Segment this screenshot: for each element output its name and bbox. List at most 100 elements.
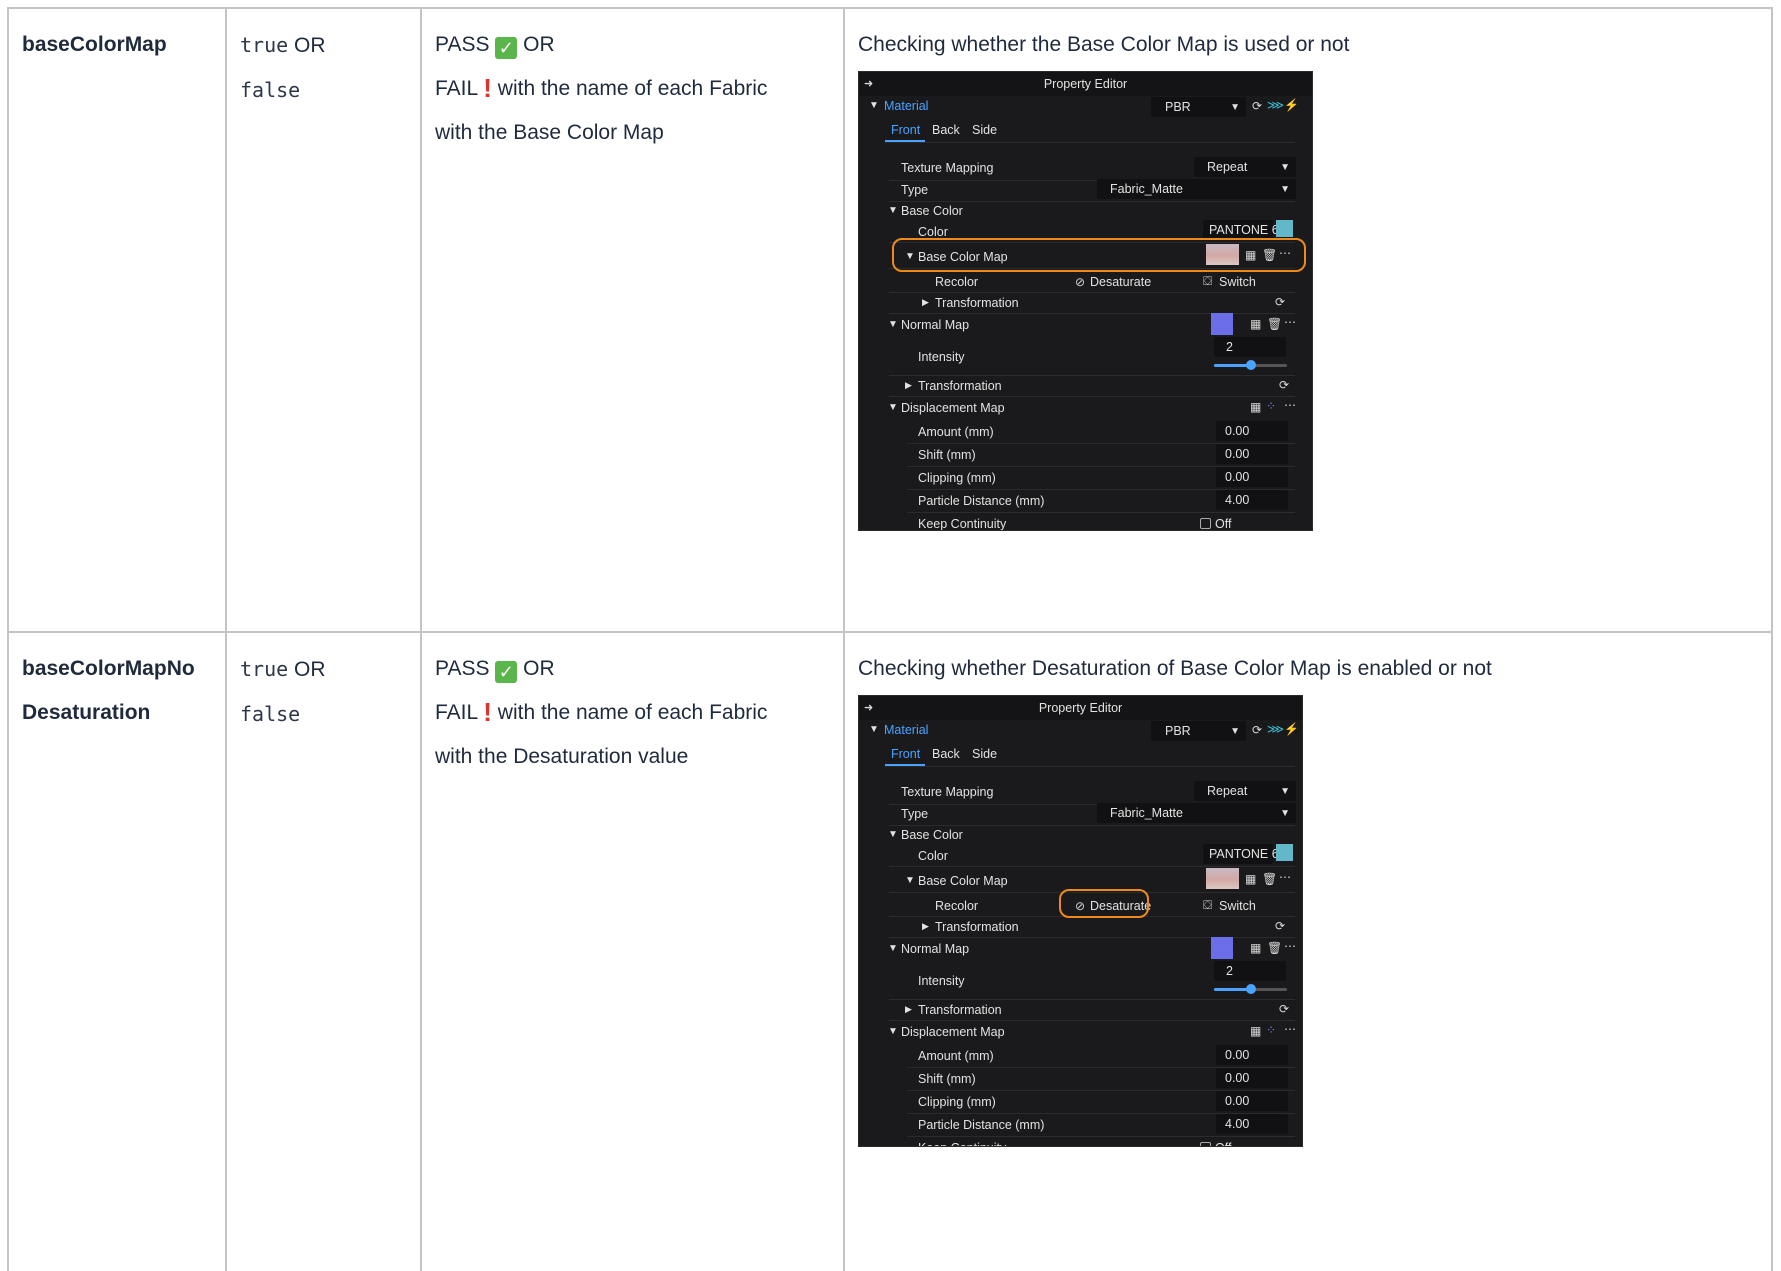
tab-front[interactable]: Front bbox=[891, 123, 920, 137]
values-cell: true OR false bbox=[225, 631, 422, 1271]
more-icon[interactable]: ⋯ bbox=[1284, 398, 1296, 412]
grid-icon[interactable]: ▦ bbox=[1250, 1024, 1261, 1038]
texture-mapping-select[interactable]: Repeat ▼ bbox=[1194, 157, 1296, 177]
description: Checking whether the Base Color Map is u… bbox=[858, 33, 1350, 56]
result-cell: PASS ✓ OR FAIL ! with the name of each F… bbox=[420, 631, 845, 1271]
tab-side[interactable]: Side bbox=[972, 747, 997, 761]
texture-mapping-label: Texture Mapping bbox=[901, 785, 994, 799]
expand-triangle-icon[interactable]: ▶ bbox=[905, 1004, 912, 1015]
paint-bucket-icon[interactable]: ⛋ bbox=[1203, 898, 1212, 913]
magic-wand-icon[interactable]: ⚡ bbox=[1284, 98, 1299, 112]
collapse-triangle-icon[interactable]: ▼ bbox=[869, 724, 879, 735]
refresh-icon[interactable]: ⟳ bbox=[1252, 99, 1262, 113]
base-color-map-thumbnail[interactable] bbox=[1206, 868, 1239, 889]
tab-front[interactable]: Front bbox=[891, 747, 920, 761]
collapse-triangle-icon[interactable]: ▼ bbox=[888, 1026, 898, 1037]
displacement-map-label: Displacement Map bbox=[901, 401, 1005, 415]
collapse-triangle-icon[interactable]: ▼ bbox=[888, 943, 898, 954]
pass-label: PASS bbox=[435, 33, 490, 56]
color-swatch[interactable] bbox=[1276, 220, 1293, 237]
reset-icon[interactable]: ⟳ bbox=[1275, 919, 1285, 933]
shift-field[interactable]: 0.00 bbox=[1216, 444, 1288, 464]
tab-side[interactable]: Side bbox=[972, 123, 997, 137]
paint-bucket-icon[interactable]: ⛋ bbox=[1203, 274, 1212, 289]
collapse-triangle-icon[interactable]: ▼ bbox=[869, 100, 879, 111]
tab-back[interactable]: Back bbox=[932, 747, 960, 761]
base-color-label: Base Color bbox=[901, 828, 963, 842]
key-name-part-1: baseColorMapNo bbox=[22, 657, 195, 680]
more-icon[interactable]: ⋯ bbox=[1284, 1022, 1296, 1036]
amount-field[interactable]: 0.00 bbox=[1216, 1045, 1288, 1065]
reset-icon[interactable]: ⟳ bbox=[1279, 1002, 1289, 1016]
type-select[interactable]: Fabric_Matte ▼ bbox=[1097, 179, 1296, 199]
material-type-select[interactable]: PBR ▼ bbox=[1151, 97, 1246, 117]
expand-triangle-icon[interactable]: ▶ bbox=[905, 380, 912, 391]
grid-icon[interactable]: ▦ bbox=[1250, 941, 1261, 955]
intensity-field[interactable]: 2 bbox=[1214, 337, 1286, 357]
texture-mapping-select[interactable]: Repeat ▼ bbox=[1194, 781, 1296, 801]
fail-text-2: with the Base Color Map bbox=[435, 121, 664, 144]
more-icon[interactable]: ⋯ bbox=[1284, 315, 1296, 329]
amount-label: Amount (mm) bbox=[918, 425, 994, 439]
type-label: Type bbox=[901, 807, 929, 821]
color-value-field[interactable]: PANTONE 6 bbox=[1203, 844, 1279, 864]
arrow-right-icon[interactable]: ➜ bbox=[864, 77, 873, 90]
material-label: Material bbox=[884, 99, 929, 113]
clipping-field[interactable]: 0.00 bbox=[1216, 467, 1288, 487]
switch-button[interactable]: Switch bbox=[1219, 899, 1256, 913]
normal-map-thumbnail[interactable] bbox=[1211, 313, 1233, 335]
intensity-slider-knob[interactable] bbox=[1245, 984, 1256, 994]
intensity-slider-knob[interactable] bbox=[1245, 360, 1256, 370]
collapse-triangle-icon[interactable]: ▼ bbox=[905, 875, 915, 886]
type-select[interactable]: Fabric_Matte ▼ bbox=[1097, 803, 1296, 823]
more-icon[interactable]: ⋯ bbox=[1279, 870, 1291, 884]
desaturate-icon[interactable]: ⊘ bbox=[1075, 275, 1085, 289]
shift-field[interactable]: 0.00 bbox=[1216, 1068, 1288, 1088]
collapse-triangle-icon[interactable]: ▼ bbox=[888, 205, 898, 216]
amount-field[interactable]: 0.00 bbox=[1216, 421, 1288, 441]
fabric-icon[interactable]: ⋙ bbox=[1267, 98, 1284, 112]
clipping-field[interactable]: 0.00 bbox=[1216, 1091, 1288, 1111]
color-label: Color bbox=[918, 225, 948, 239]
exclamation-icon: ! bbox=[483, 697, 492, 727]
switch-button[interactable]: Switch bbox=[1219, 275, 1256, 289]
expand-triangle-icon[interactable]: ▶ bbox=[922, 297, 929, 308]
values-cell: true OR false bbox=[225, 7, 422, 633]
fabric-icon[interactable]: ⋙ bbox=[1267, 722, 1284, 736]
grid-icon[interactable]: ▦ bbox=[1250, 400, 1261, 414]
scatter-icon[interactable]: ⁘ bbox=[1266, 1023, 1276, 1037]
keep-continuity-label: Keep Continuity bbox=[918, 517, 1007, 531]
grid-icon[interactable]: ▦ bbox=[1250, 317, 1261, 331]
desaturate-button[interactable]: Desaturate bbox=[1090, 275, 1151, 289]
material-label: Material bbox=[884, 723, 929, 737]
trash-icon[interactable]: 🗑 bbox=[1267, 941, 1282, 955]
material-type-select[interactable]: PBR ▼ bbox=[1151, 721, 1246, 741]
expand-triangle-icon[interactable]: ▶ bbox=[922, 921, 929, 932]
particle-distance-field[interactable]: 4.00 bbox=[1216, 1114, 1288, 1134]
refresh-icon[interactable]: ⟳ bbox=[1252, 723, 1262, 737]
collapse-triangle-icon[interactable]: ▼ bbox=[888, 319, 898, 330]
arrow-right-icon[interactable]: ➜ bbox=[864, 701, 873, 714]
more-icon[interactable]: ⋯ bbox=[1284, 939, 1296, 953]
description-cell: Checking whether Desaturation of Base Co… bbox=[843, 631, 1773, 1271]
reset-icon[interactable]: ⟳ bbox=[1279, 378, 1289, 392]
keep-continuity-checkbox[interactable] bbox=[1200, 1142, 1211, 1146]
color-swatch[interactable] bbox=[1276, 844, 1293, 861]
grid-icon[interactable]: ▦ bbox=[1245, 872, 1256, 886]
intensity-field[interactable]: 2 bbox=[1214, 961, 1286, 981]
trash-icon[interactable]: 🗑 bbox=[1262, 872, 1277, 886]
description-cell: Checking whether the Base Color Map is u… bbox=[843, 7, 1773, 633]
fail-text: with the name of each Fabric bbox=[497, 77, 768, 100]
keep-continuity-checkbox[interactable] bbox=[1200, 518, 1211, 529]
collapse-triangle-icon[interactable]: ▼ bbox=[888, 402, 898, 413]
tab-back[interactable]: Back bbox=[932, 123, 960, 137]
particle-distance-field[interactable]: 4.00 bbox=[1216, 490, 1288, 510]
trash-icon[interactable]: 🗑 bbox=[1267, 317, 1282, 331]
normal-map-thumbnail[interactable] bbox=[1211, 937, 1233, 959]
reset-icon[interactable]: ⟳ bbox=[1275, 295, 1285, 309]
collapse-triangle-icon[interactable]: ▼ bbox=[888, 829, 898, 840]
chevron-down-icon: ▼ bbox=[1280, 162, 1290, 173]
color-value-field[interactable]: PANTONE 6 bbox=[1203, 220, 1279, 240]
magic-wand-icon[interactable]: ⚡ bbox=[1284, 722, 1299, 736]
scatter-icon[interactable]: ⁘ bbox=[1266, 399, 1276, 413]
